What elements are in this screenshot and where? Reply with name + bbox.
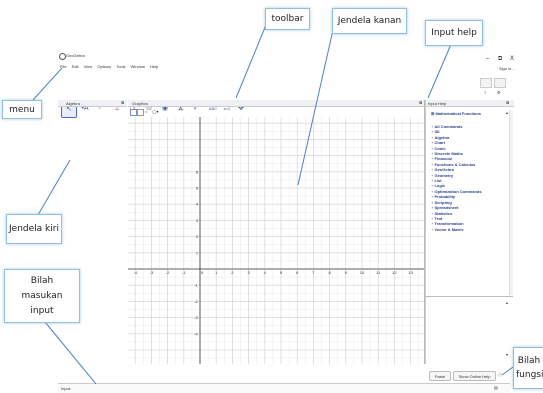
annotation-arrows <box>32 24 521 385</box>
annotation-input-help: Input help <box>425 20 483 46</box>
annotation-jendela-kanan: Jendela kanan <box>332 8 407 34</box>
annotation-menu: menu <box>2 100 42 119</box>
annotation-bilah-masukan: Bilah masukan input <box>4 269 80 323</box>
arrow-menu <box>32 67 63 101</box>
arrow-jendela-kiri <box>37 159 71 216</box>
annotation-jendela-kiri: Jendela kiri <box>6 214 62 244</box>
annotation-bilah-fungsi-text: Bilah fungsi <box>516 356 543 380</box>
arrow-bilah-masukan <box>44 321 97 385</box>
annotation-bilah-masukan-text: Bilah masukan input <box>21 275 63 316</box>
arrow-input-help <box>427 41 453 99</box>
arrow-toolbar <box>235 24 267 99</box>
annotation-bilah-fungsi: Bilah fungsi <box>513 347 543 389</box>
arrow-jendela-kanan <box>297 29 334 186</box>
annotation-toolbar: toolbar <box>265 8 310 30</box>
